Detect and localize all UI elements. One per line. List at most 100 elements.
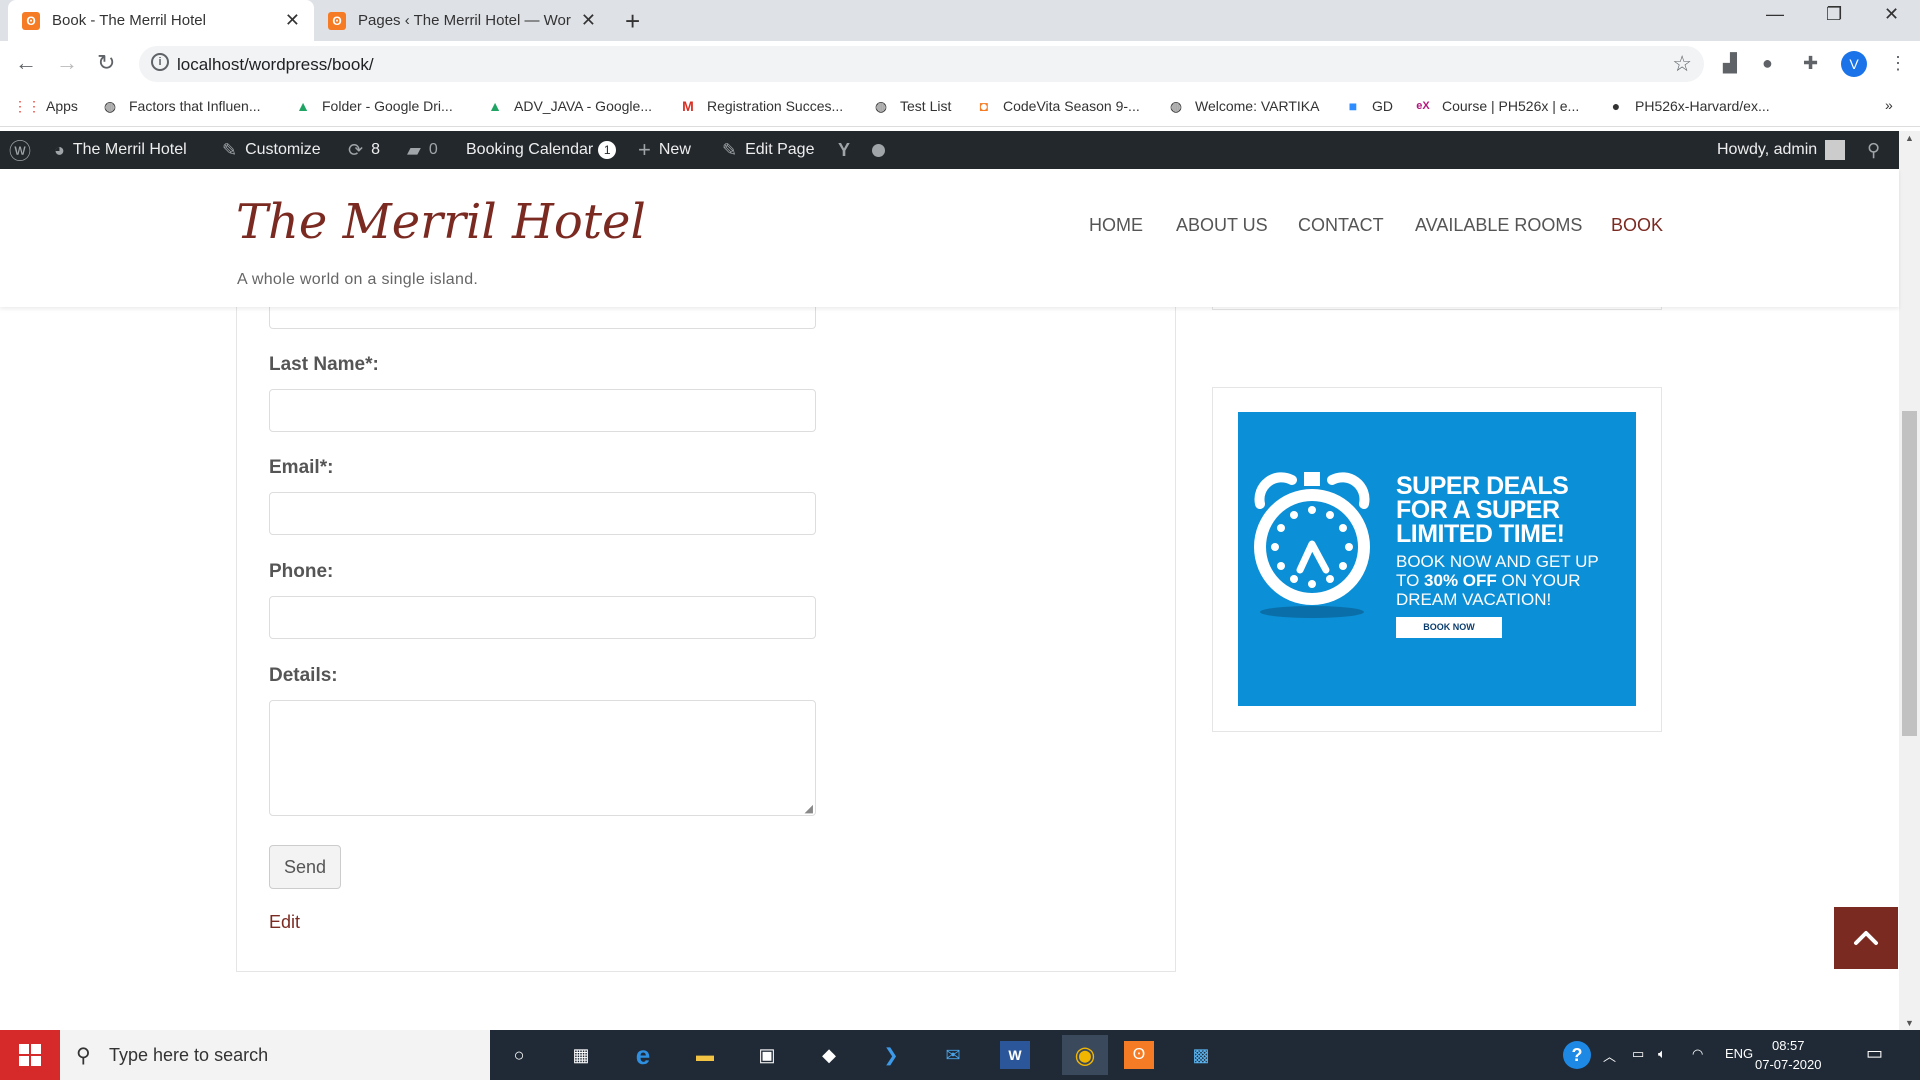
close-window-icon[interactable]: ✕ [1884,4,1899,25]
notifications-icon[interactable]: ▭ [1866,1043,1883,1064]
resize-handle-icon[interactable]: ◢ [805,802,813,815]
reload-icon[interactable]: ↻ [97,50,115,76]
comment-icon: ▰ [407,139,421,160]
cortana-icon[interactable]: ○ [504,1041,534,1069]
admin-edit-page[interactable]: ✎ Edit Page [722,131,814,169]
nav-home[interactable]: HOME [1089,215,1143,236]
battery-icon[interactable]: ▭ [1632,1046,1644,1062]
bookmark-test-list[interactable]: ◍ Test List [872,97,951,115]
new-tab-icon[interactable]: + [625,6,640,37]
gmail-icon: M [682,98,694,114]
start-button[interactable] [0,1030,60,1080]
site-title[interactable]: The Merril Hotel [236,194,646,250]
admin-new[interactable]: + New [638,131,691,169]
tab-close-icon[interactable]: ✕ [581,10,596,31]
page-scrollbar[interactable]: ▲ ▼ [1899,131,1920,1030]
booking-badge: 1 [598,141,617,159]
edge-icon[interactable]: e [628,1040,658,1070]
dropbox-icon[interactable]: ◆ [814,1041,844,1069]
email-label: Email*: [269,457,334,478]
details-textarea[interactable]: ◢ [269,700,816,816]
admin-search[interactable]: ⚲ [1867,131,1888,169]
edit-link[interactable]: Edit [269,912,300,933]
profile-avatar[interactable]: V [1841,51,1867,77]
chrome-icon[interactable]: ◉ [1062,1035,1108,1075]
admin-customize[interactable]: ✎ Customize [222,131,321,169]
send-button[interactable]: Send [269,845,341,889]
browser-toolbar: ← → ↻ i localhost/wordpress/book/ ☆ ▟ ● … [0,41,1920,87]
scrollbar-thumb[interactable] [1902,411,1917,736]
github-icon: ● [1611,98,1621,114]
minimize-icon[interactable]: — [1766,4,1784,25]
mail-icon[interactable]: ✉ [938,1041,968,1069]
scroll-down-arrow-icon[interactable]: ▼ [1905,1018,1914,1028]
restore-icon[interactable]: ❐ [1826,4,1842,25]
help-icon[interactable]: ? [1563,1041,1591,1069]
admin-site-name[interactable]: ◕ The Merril Hotel [54,131,187,169]
photos-icon[interactable]: ▩ [1186,1041,1216,1069]
tab-close-icon[interactable]: ✕ [285,10,300,31]
task-view-icon[interactable]: ▦ [566,1041,596,1069]
back-icon[interactable]: ← [15,50,37,76]
promo-banner[interactable]: SUPER DEALS FOR A SUPER LIMITED TIME! BO… [1238,412,1636,706]
volume-icon[interactable]: 🔈︎ [1658,1046,1666,1062]
site-tagline: A whole world on a single island. [237,271,479,288]
scroll-to-top-button[interactable] [1834,907,1898,969]
bookmark-github[interactable]: ● PH526x-Harvard/ex... [1607,97,1770,115]
file-explorer-icon[interactable]: ▬ [690,1041,720,1069]
system-clock[interactable]: 08:57 07-07-2020 [1755,1036,1822,1074]
wordpress-logo[interactable]: ⓦ [9,131,39,169]
nav-about-us[interactable]: ABOUT US [1176,215,1268,236]
codevita-icon: ◘ [979,98,989,114]
taskbar-search[interactable]: ⚲ Type here to search [60,1030,490,1080]
phone-input[interactable] [269,596,816,639]
address-bar[interactable]: i localhost/wordpress/book/ ☆ [139,46,1704,82]
details-label: Details: [269,665,338,686]
browser-tab-bar: ʘ Book - The Merril Hotel ✕ ʘ Pages ‹ Th… [0,0,1920,41]
extension-analytics-icon[interactable]: ▟ [1723,53,1737,74]
tray-chevron-icon[interactable]: ︿ [1603,1046,1616,1065]
bookmark-codevita[interactable]: ◘ CodeVita Season 9-... [975,97,1140,115]
bookmark-adv-java[interactable]: ▲ ADV_JAVA - Google... [486,97,652,115]
bookmark-registration[interactable]: M Registration Succes... [679,97,843,115]
admin-howdy[interactable]: Howdy, admin [1717,131,1846,169]
last-name-label: Last Name*: [269,354,379,375]
bookmark-welcome[interactable]: ◍ Welcome: VARTIKA [1167,97,1320,115]
admin-updates[interactable]: ⟳ 8 [348,131,380,169]
tab-book[interactable]: ʘ Book - The Merril Hotel ✕ [8,0,314,41]
site-info-icon[interactable]: i [151,53,169,71]
bookmark-apps[interactable]: ⋮⋮ Apps [13,97,78,115]
promo-book-now-button[interactable]: BOOK NOW [1396,617,1502,638]
url-text[interactable]: localhost/wordpress/book/ [177,55,374,75]
admin-comments[interactable]: ▰ 0 [407,131,438,169]
scroll-up-arrow-icon[interactable]: ▲ [1905,133,1914,143]
menu-dots-icon[interactable]: ⋮ [1889,53,1907,74]
vscode-icon[interactable]: ❯ [876,1041,906,1069]
tab-title: Pages ‹ The Merril Hotel — Word [358,12,571,29]
xampp-icon[interactable]: ʘ [1124,1041,1154,1069]
bookmark-star-icon[interactable]: ☆ [1672,51,1692,77]
tab-pages[interactable]: ʘ Pages ‹ The Merril Hotel — Word ✕ [314,0,610,41]
language-indicator[interactable]: ENG [1725,1046,1753,1061]
nav-contact[interactable]: CONTACT [1298,215,1384,236]
admin-yoast[interactable]: Y [838,131,858,169]
bookmark-course[interactable]: eX Course | PH526x | e... [1414,97,1579,115]
forward-icon[interactable]: → [56,50,78,76]
bookmark-factors[interactable]: ◍ Factors that Influen... [101,97,261,115]
extensions-puzzle-icon[interactable]: ✚ [1803,53,1818,74]
wifi-icon[interactable]: ◠ [1692,1046,1703,1062]
extension-circle-icon[interactable]: ● [1762,53,1773,74]
last-name-input[interactable] [269,389,816,432]
store-icon[interactable]: ▣ [752,1041,782,1069]
bookmark-folder-drive[interactable]: ▲ Folder - Google Dri... [294,97,453,115]
more-bookmarks-icon[interactable]: » [1885,97,1893,113]
admin-status-dot[interactable] [872,131,885,169]
email-input[interactable] [269,492,816,535]
nav-available-rooms[interactable]: AVAILABLE ROOMS [1415,215,1582,236]
word-icon[interactable]: W [1000,1041,1030,1069]
tab-title: Book - The Merril Hotel [52,12,206,29]
nav-book[interactable]: BOOK [1611,215,1663,236]
admin-booking-calendar[interactable]: Booking Calendar 1 [466,131,617,169]
alarm-clock-icon [1254,472,1370,618]
bookmark-gd[interactable]: ■ GD [1344,97,1393,115]
